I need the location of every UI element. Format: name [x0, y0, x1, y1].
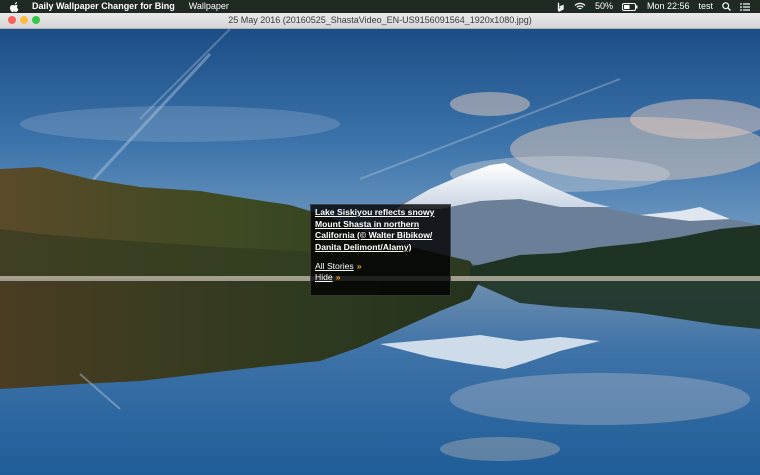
- apple-icon[interactable]: [10, 1, 20, 12]
- spotlight-search-icon[interactable]: [722, 2, 731, 11]
- notification-center-icon[interactable]: [740, 2, 750, 11]
- story-caption-link[interactable]: Lake Siskiyou reflects snowy Mount Shast…: [315, 207, 446, 253]
- all-stories-link[interactable]: All Stories: [315, 261, 354, 272]
- clock[interactable]: Mon 22:56: [647, 0, 690, 13]
- battery-icon[interactable]: [621, 2, 638, 11]
- all-stories-arrow-icon[interactable]: »: [357, 261, 362, 271]
- battery-percent: 50%: [594, 1, 613, 11]
- wifi-icon[interactable]: [574, 2, 586, 11]
- bing-icon[interactable]: [557, 2, 565, 12]
- app-menu[interactable]: Daily Wallpaper Changer for Bing: [32, 0, 175, 13]
- hide-arrow-icon[interactable]: »: [336, 272, 341, 282]
- wallpaper-window: 25 May 2016 (20160525_ShastaVideo_EN-US9…: [0, 13, 760, 475]
- hide-link[interactable]: Hide: [315, 272, 333, 283]
- title-bar[interactable]: 25 May 2016 (20160525_ShastaVideo_EN-US9…: [0, 13, 760, 29]
- user-name[interactable]: test: [698, 0, 713, 13]
- story-panel: Lake Siskiyou reflects snowy Mount Shast…: [310, 204, 451, 296]
- status-area: 50% Mon 22:56 test: [557, 0, 750, 13]
- menu-wallpaper[interactable]: Wallpaper: [189, 0, 229, 13]
- window-title: 25 May 2016 (20160525_ShastaVideo_EN-US9…: [228, 15, 532, 25]
- menu-bar: Daily Wallpaper Changer for Bing Wallpap…: [0, 0, 760, 13]
